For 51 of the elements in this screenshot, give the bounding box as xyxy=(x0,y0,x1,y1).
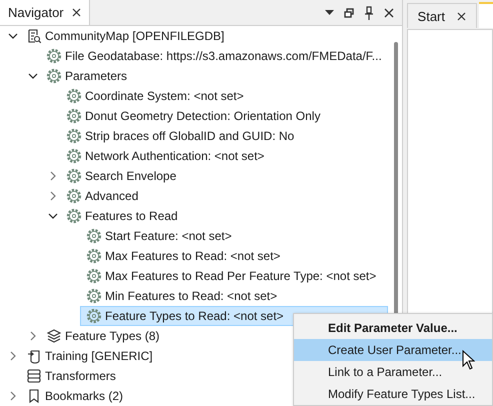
gear-icon xyxy=(46,48,62,64)
tree-item[interactable]: Bookmarks (2) xyxy=(20,386,128,406)
database-icon xyxy=(26,28,42,44)
tree-item[interactable]: Network Authentication: <not set> xyxy=(60,146,268,166)
cylinder-icon xyxy=(26,348,42,364)
close-icon[interactable] xyxy=(457,12,466,20)
tree-item[interactable]: CommunityMap [OPENFILEGDB] xyxy=(20,26,228,46)
layers-icon xyxy=(46,328,62,344)
close-icon[interactable] xyxy=(72,8,81,17)
tree-item[interactable]: Search Envelope xyxy=(60,166,180,186)
tree-item[interactable]: Features to Read xyxy=(60,206,182,226)
chevron-down-icon[interactable] xyxy=(6,31,20,41)
tree-item[interactable]: Parameters xyxy=(40,66,132,86)
editor-tab[interactable]: Start xyxy=(406,3,477,28)
tree-item[interactable]: Start Feature: <not set> xyxy=(80,226,236,246)
gear-icon xyxy=(86,308,102,324)
dropdown-icon[interactable] xyxy=(324,10,334,15)
gear-icon xyxy=(46,68,62,84)
gear-icon xyxy=(66,148,82,164)
tree-item[interactable]: Max Features to Read: <not set> xyxy=(80,246,284,266)
tree-item[interactable]: Donut Geometry Detection: Orientation Only xyxy=(60,106,324,126)
stack-icon xyxy=(26,368,42,384)
menu-item[interactable]: Link to a Parameter... xyxy=(294,361,492,383)
chevron-down-icon[interactable] xyxy=(46,211,60,221)
navigator-tab[interactable]: Navigator xyxy=(0,0,90,25)
gear-icon xyxy=(86,288,102,304)
gear-icon xyxy=(86,228,102,244)
tree-item[interactable]: Min Features to Read: <not set> xyxy=(80,286,282,306)
gear-icon xyxy=(66,168,82,184)
tree-item[interactable]: Transformers xyxy=(20,366,120,386)
menu-item[interactable]: Modify Feature Types List... xyxy=(294,383,492,405)
tree-item[interactable]: Coordinate System: <not set> xyxy=(60,86,248,106)
tree-item[interactable]: Feature Types (8) xyxy=(40,326,164,346)
gear-icon xyxy=(86,248,102,264)
close-icon[interactable] xyxy=(384,8,394,18)
cursor-icon xyxy=(462,350,475,370)
gear-icon xyxy=(66,188,82,204)
tree-item[interactable]: Advanced xyxy=(60,186,142,206)
chevron-down-icon[interactable] xyxy=(26,71,40,81)
gear-icon xyxy=(66,88,82,104)
gear-icon xyxy=(86,268,102,284)
tree-item[interactable]: Strip braces off GlobalID and GUID: No xyxy=(60,126,298,146)
tree-item[interactable]: File Geodatabase: https://s3.amazonaws.com/FMEData/F... xyxy=(40,46,386,66)
tree-item[interactable]: Training [GENERIC] xyxy=(20,346,157,366)
restore-icon[interactable] xyxy=(344,8,354,18)
menu-item[interactable]: Create User Parameter... xyxy=(294,339,492,361)
gear-icon xyxy=(66,208,82,224)
pin-icon[interactable] xyxy=(364,6,374,20)
gear-icon xyxy=(66,128,82,144)
gear-icon xyxy=(66,108,82,124)
tree-item[interactable]: Max Features to Read Per Feature Type: <not set> xyxy=(80,266,380,286)
